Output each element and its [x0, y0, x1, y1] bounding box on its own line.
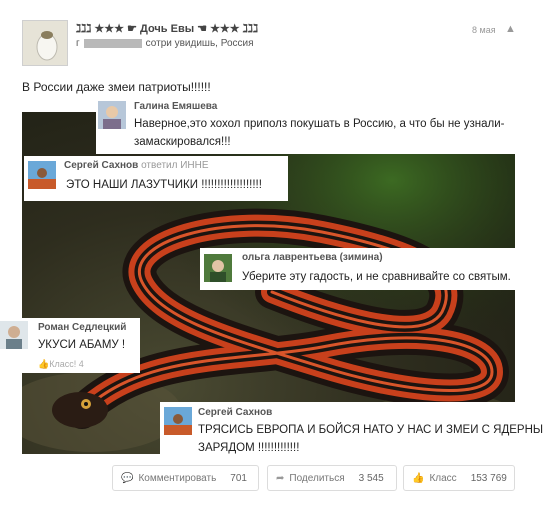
- like-count: 153 769: [470, 472, 507, 484]
- post-date: 8 мая: [472, 25, 496, 35]
- commenter-name: Сергей Сахнов ответил ИННЕ: [64, 160, 209, 171]
- location-suffix: сотри увидишь, Россия: [145, 38, 254, 49]
- commenter-name[interactable]: Роман Седлецкий: [38, 322, 126, 333]
- comment-card: Роман Седлецкий УКУСИ АБАМУ ! 👍Класс! 4: [0, 318, 140, 373]
- author-name[interactable]: ℷℷℷ ★★★ ☛ Дочь Евы ☚ ★★★ ℷℷℷ: [76, 22, 258, 35]
- comment-text-line: замаскировался!!!: [134, 136, 231, 148]
- commenter-avatar[interactable]: [164, 407, 192, 435]
- comment-card: Галина Емяшева Наверное,это хохол припол…: [96, 97, 543, 154]
- share-count: 3 545: [358, 472, 384, 484]
- warning-icon[interactable]: ▲: [505, 23, 516, 35]
- comment-likes[interactable]: 👍Класс! 4: [38, 359, 84, 370]
- share-label: Поделиться: [289, 472, 345, 484]
- commenter-avatar[interactable]: [28, 161, 56, 189]
- reply-to[interactable]: ответил ИННЕ: [141, 160, 208, 171]
- comment-card: ольга лаврентьева (зимина) Уберите эту г…: [200, 248, 543, 290]
- thumbs-up-icon: 👍: [412, 472, 425, 484]
- author-avatar[interactable]: [22, 20, 68, 66]
- comment-label: Комментировать: [138, 472, 217, 484]
- like-label: Класс: [429, 472, 457, 484]
- commenter-name[interactable]: Сергей Сахнов: [198, 407, 272, 418]
- likes-label: Класс! 4: [49, 359, 84, 369]
- comment-text: Уберите эту гадость, и не сравнивайте со…: [242, 271, 511, 283]
- comment-card: Сергей Сахнов ответил ИННЕ ЭТО НАШИ ЛАЗУ…: [24, 156, 288, 201]
- commenter-name[interactable]: ольга лаврентьева (зимина): [242, 252, 383, 263]
- comment-text-line: ЗАРЯДОМ !!!!!!!!!!!!!: [198, 442, 300, 454]
- share-arrow-icon: ➦: [276, 472, 285, 484]
- comment-button[interactable]: 💬 Комментировать 701: [112, 465, 259, 491]
- comment-text-line: ТРЯСИСЬ ЕВРОПА И БОЙСЯ НАТО У НАС И ЗМЕИ…: [198, 424, 543, 436]
- comment-text: УКУСИ АБАМУ !: [38, 339, 126, 351]
- comment-count: 701: [230, 472, 247, 484]
- comment-card: Сергей Сахнов ТРЯСИСЬ ЕВРОПА И БОЙСЯ НАТ…: [160, 402, 543, 460]
- location-prefix: г: [76, 38, 80, 49]
- comment-text-line: Наверное,это хохол приполз покушать в Ро…: [134, 118, 505, 130]
- post-text: В России даже змеи патриоты!!!!!!: [22, 80, 211, 94]
- commenter-avatar[interactable]: [204, 254, 232, 282]
- commenter-name-text[interactable]: Сергей Сахнов: [64, 160, 138, 171]
- commenter-avatar[interactable]: [0, 321, 28, 349]
- commenter-name[interactable]: Галина Емяшева: [134, 101, 217, 112]
- commenter-avatar[interactable]: [98, 101, 126, 129]
- thumbs-up-icon: 👍: [38, 359, 50, 369]
- author-location: г сотри увидишь, Россия: [76, 38, 254, 49]
- blurred-text: [83, 38, 142, 48]
- speech-bubble-icon: 💬: [121, 472, 134, 484]
- like-button[interactable]: 👍 Класс 153 769: [403, 465, 515, 491]
- share-button[interactable]: ➦ Поделиться 3 545: [267, 465, 397, 491]
- comment-text: ЭТО НАШИ ЛАЗУТЧИКИ !!!!!!!!!!!!!!!!!!!: [66, 179, 262, 191]
